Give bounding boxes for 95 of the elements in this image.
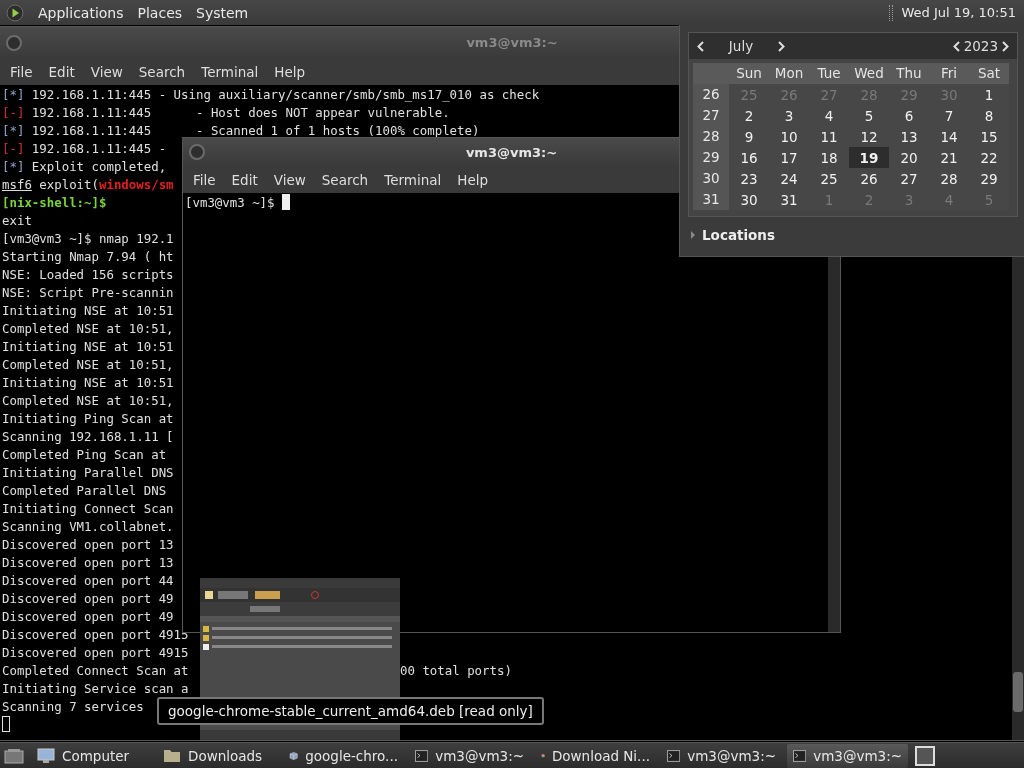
menu-item[interactable]: File bbox=[185, 171, 224, 188]
chevron-right-icon bbox=[1002, 40, 1009, 52]
terminal-line: Initiating NSE at 10:51 bbox=[2, 375, 174, 390]
terminal-line: [-] 192.168.1.11:445 - bbox=[2, 141, 167, 156]
terminal-line: Scanning VM1.collabnet. bbox=[2, 519, 174, 534]
menu-item[interactable]: Edit bbox=[40, 63, 83, 80]
menu-item[interactable]: View bbox=[265, 171, 314, 188]
monitor-icon bbox=[37, 747, 55, 764]
menu-item[interactable]: Terminal bbox=[376, 171, 450, 188]
terminal-line: Discovered open port 49 bbox=[2, 609, 174, 624]
terminal-line: Discovered open port 49 bbox=[2, 591, 174, 606]
terminal-icon bbox=[415, 748, 429, 763]
window-menu-icon[interactable] bbox=[189, 144, 205, 160]
panel-menu[interactable]: Applications bbox=[38, 4, 124, 21]
terminal-line: Completed Connect Scan at bbox=[2, 663, 189, 678]
terminal-line: Scanning 7 services bbox=[2, 699, 144, 714]
weekday-label: Mon bbox=[769, 63, 809, 84]
terminal-line: NSE: Loaded 156 scripts bbox=[2, 267, 174, 282]
calendar-day[interactable]: 19 bbox=[849, 147, 889, 168]
panel-menu[interactable]: Places bbox=[137, 4, 183, 21]
menu-item[interactable]: Terminal bbox=[193, 63, 267, 80]
terminal-line: 00 total ports) bbox=[400, 662, 512, 680]
terminal-line: [*] 192.168.1.11:445 - Scanned 1 of 1 hosts (100% complete) bbox=[2, 123, 480, 138]
chevron-right-icon bbox=[778, 40, 785, 52]
terminal-line: Completed Ping Scan at bbox=[2, 447, 167, 462]
terminal-line: Completed Parallel DNS bbox=[2, 483, 167, 498]
terminal-line: Completed NSE at 10:51, bbox=[2, 393, 174, 408]
week-number: 27 bbox=[693, 105, 729, 126]
week-number: 26 bbox=[693, 84, 729, 105]
window-title: vm3@vm3:~ bbox=[465, 144, 558, 160]
menu-item[interactable]: File bbox=[2, 63, 41, 80]
terminal-line: NSE: Script Pre-scannin bbox=[2, 285, 174, 300]
terminal-line: [vm3@vm3 ~]$ nmap 192.1 bbox=[2, 231, 174, 246]
terminal-line: Scanning 192.168.1.11 [ bbox=[2, 429, 174, 444]
weekday-label: Thu bbox=[889, 63, 929, 84]
locations-expander[interactable]: Locations bbox=[688, 227, 777, 243]
terminal-line: exit bbox=[2, 213, 32, 228]
terminal-line: Discovered open port 4915 bbox=[2, 645, 189, 660]
week-number: 28 bbox=[693, 126, 729, 147]
terminal-icon bbox=[667, 748, 681, 763]
menu-item[interactable]: Edit bbox=[223, 171, 266, 188]
panel-handle[interactable] bbox=[889, 4, 894, 21]
terminal-line: Discovered open port 13 bbox=[2, 555, 174, 570]
terminal-line: msf6 exploit(windows/sm bbox=[2, 177, 174, 192]
year-label: 2023 bbox=[963, 38, 998, 54]
terminal-line: [-] 192.168.1.11:445 - Host does NOT appear vulnerable. bbox=[2, 105, 450, 120]
terminal-prompt: [vm3@vm3 ~]$ bbox=[185, 195, 276, 210]
terminal-line: Initiating Parallel DNS bbox=[2, 465, 174, 480]
taskbar-item[interactable]: Download Ni... bbox=[535, 743, 656, 768]
taskbar-item[interactable]: vm3@vm3:~ bbox=[787, 743, 908, 768]
menu-item[interactable]: Help bbox=[266, 63, 314, 80]
chevron-left-icon bbox=[697, 40, 704, 52]
weekday-label: Wed bbox=[849, 63, 889, 84]
clock[interactable]: Wed Jul 19, 10:51 bbox=[901, 5, 1016, 20]
tooltip: google-chrome-stable_current_amd64.deb [read only] bbox=[157, 697, 544, 725]
terminal-line: Discovered open port 44 bbox=[2, 573, 174, 588]
taskbar-item[interactable]: Downloads bbox=[157, 743, 278, 768]
terminal-line: Completed NSE at 10:51, bbox=[2, 357, 174, 372]
menu-item[interactable]: Search bbox=[130, 63, 194, 80]
terminal-icon bbox=[793, 748, 807, 763]
expander-arrow-icon bbox=[690, 231, 696, 239]
week-number: 29 bbox=[693, 147, 729, 168]
terminal-line: Discovered open port 13 bbox=[2, 537, 174, 552]
weekday-label: Fri bbox=[929, 63, 969, 84]
week-number: 30 bbox=[693, 168, 729, 189]
desktop-icon bbox=[4, 747, 24, 764]
week-number: 31 bbox=[693, 189, 729, 210]
terminal-line: Initiating Service scan a bbox=[2, 681, 189, 696]
terminal-line: Initiating NSE at 10:51 bbox=[2, 339, 174, 354]
window-menu-icon[interactable] bbox=[6, 34, 22, 51]
workspace-switcher[interactable] bbox=[913, 744, 937, 767]
terminal-line: [nix-shell:~]$ bbox=[2, 195, 107, 210]
menu-item[interactable]: View bbox=[82, 63, 131, 80]
month-label: July bbox=[727, 38, 755, 54]
menu-item[interactable]: Search bbox=[313, 171, 377, 188]
menu-item[interactable]: Help bbox=[449, 171, 497, 188]
terminal-line: Initiating Connect Scan bbox=[2, 501, 174, 516]
window-title: vm3@vm3:~ bbox=[466, 35, 558, 50]
play-icon[interactable] bbox=[6, 3, 24, 22]
folder-icon bbox=[163, 748, 181, 763]
weekday-label: Tue bbox=[809, 63, 849, 84]
chevron-left-icon bbox=[952, 40, 960, 52]
taskbar-item[interactable]: vm3@vm3:~ bbox=[409, 743, 530, 768]
taskbar-item[interactable]: Computer bbox=[31, 743, 152, 768]
terminal-line: Initiating NSE at 10:51 bbox=[2, 303, 174, 318]
terminal-line: [*] 192.168.1.11:445 - Using auxiliary/scanner/smb/smb_ms17_010 as check bbox=[2, 87, 540, 102]
weekday-label: Sun bbox=[729, 63, 769, 84]
taskbar-item[interactable]: vm3@vm3:~ bbox=[661, 743, 782, 768]
terminal-line: Starting Nmap 7.94 ( ht bbox=[2, 249, 174, 264]
weekday-label: Sat bbox=[969, 63, 1009, 84]
panel-menu[interactable]: System bbox=[196, 4, 249, 21]
taskbar-item[interactable]: google-chro... bbox=[283, 743, 404, 768]
terminal-line: Completed NSE at 10:51, bbox=[2, 321, 174, 336]
terminal-line: [*] Exploit completed, bbox=[2, 159, 167, 174]
terminal-line: Initiating Ping Scan at bbox=[2, 411, 174, 426]
